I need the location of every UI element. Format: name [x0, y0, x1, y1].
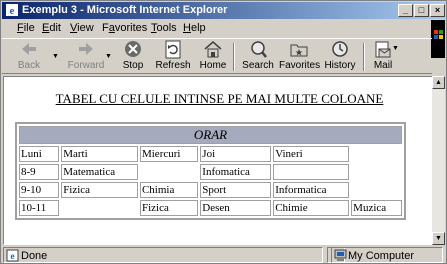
stop-button[interactable]: Stop: [119, 40, 147, 74]
table-cell: Muzica: [351, 200, 402, 216]
standard-toolbar: Back ▼ Forward ▼ Stop Refresh Home Searc…: [2, 38, 432, 74]
home-icon: [204, 41, 222, 58]
menu-file[interactable]: File: [17, 22, 35, 34]
table-cell: Desen: [200, 200, 272, 216]
title-bar[interactable]: e Exemplu 3 - Microsoft Internet Explore…: [2, 2, 445, 19]
status-bar: e Done My Computer: [2, 246, 445, 264]
table-cell: Luni: [19, 146, 60, 162]
table-row: 10-11 Fizica Desen Chimie Muzica: [19, 200, 402, 216]
table-row: 8-9 Matematica Infomatica: [19, 164, 402, 180]
status-panel: e Done: [3, 247, 323, 263]
menu-edit[interactable]: Edit: [42, 22, 61, 34]
toolbar-separator: [233, 43, 235, 71]
search-icon: [251, 41, 267, 58]
home-button[interactable]: Home: [198, 40, 228, 74]
status-text: Done: [21, 250, 48, 262]
toolbar-separator: [363, 43, 365, 71]
scroll-down-icon[interactable]: ▼: [432, 232, 445, 245]
back-arrow-icon: [22, 43, 36, 55]
browser-window: e Exemplu 3 - Microsoft Internet Explore…: [0, 0, 447, 264]
table-cell: Marti: [61, 146, 138, 162]
table-cell: Informatica: [273, 182, 350, 198]
table-cell: Joi: [200, 146, 272, 162]
menu-view[interactable]: View: [70, 22, 94, 34]
table-caption-row: ORAR: [19, 126, 402, 144]
ie-throbber-logo: [431, 20, 445, 58]
table-cell: Chimie: [273, 200, 350, 216]
menu-bar: File Edit View Favorites Tools Help: [2, 20, 432, 38]
table-cell: 9-10: [19, 182, 60, 198]
refresh-button[interactable]: Refresh: [154, 40, 192, 74]
table-cell: Fizica: [139, 200, 199, 216]
table-cell: Miercuri: [139, 146, 199, 162]
table-cell: [351, 146, 402, 162]
table-cell: Matematica: [61, 164, 138, 180]
back-button[interactable]: Back: [12, 40, 46, 74]
table-cell: Chimia: [139, 182, 199, 198]
svg-text:e: e: [10, 5, 15, 17]
minimize-button[interactable]: _: [398, 4, 413, 17]
table-cell: 8-9: [19, 164, 60, 180]
page-content: TABEL CU CELULE INTINSE PE MAI MULTE COL…: [3, 76, 434, 245]
forward-dropdown-icon[interactable]: ▼: [105, 53, 112, 60]
forward-arrow-icon: [79, 43, 93, 55]
table-row: Luni Marti Miercuri Joi Vineri: [19, 146, 402, 162]
scroll-up-icon[interactable]: ▲: [432, 76, 445, 89]
table-cell: Fizica: [61, 182, 138, 198]
menu-help[interactable]: Help: [183, 22, 206, 34]
table-row: 9-10 Fizica Chimia Sport Informatica: [19, 182, 402, 198]
table-cell: Vineri: [273, 146, 350, 162]
mail-icon: [375, 41, 391, 58]
menu-tools[interactable]: Tools: [151, 22, 177, 34]
favorites-button[interactable]: Favorites: [279, 40, 320, 74]
table-cell: [140, 164, 198, 180]
stop-icon: [125, 41, 141, 57]
table-cell: [61, 200, 138, 216]
back-dropdown-icon[interactable]: ▼: [52, 53, 59, 60]
search-button[interactable]: Search: [241, 40, 275, 74]
computer-icon: [334, 249, 347, 261]
mail-dropdown-icon[interactable]: ▼: [392, 45, 399, 52]
windows-logo-icon: [434, 30, 443, 39]
table-cell: 10-11: [19, 200, 60, 216]
history-icon: [332, 41, 348, 57]
table-cell: [351, 182, 402, 198]
schedule-table: ORAR Luni Marti Miercuri Joi Vineri 8-9 …: [15, 122, 406, 220]
page-heading: TABEL CU CELULE INTINSE PE MAI MULTE COL…: [55, 91, 384, 106]
table-caption: ORAR: [19, 126, 402, 144]
forward-button[interactable]: Forward: [64, 40, 108, 74]
table-cell: Infomatica: [200, 164, 272, 180]
svg-text:e: e: [11, 251, 15, 261]
security-zone-panel: My Computer: [331, 247, 443, 263]
vertical-scrollbar[interactable]: ▲ ▼: [432, 76, 445, 245]
page-done-icon: e: [6, 249, 19, 262]
zone-text: My Computer: [348, 250, 415, 262]
history-button[interactable]: History: [323, 40, 357, 74]
close-button[interactable]: ×: [430, 4, 445, 17]
window-title: Exemplu 3 - Microsoft Internet Explorer: [22, 4, 228, 16]
refresh-icon: [165, 40, 181, 59]
favorites-folder-icon: [290, 44, 308, 57]
maximize-button[interactable]: □: [414, 4, 429, 17]
table-cell: [273, 164, 350, 180]
ie-icon: e: [6, 4, 18, 17]
menu-favorites[interactable]: Favorites: [102, 22, 147, 34]
table-cell: [351, 164, 402, 180]
table-cell: Sport: [200, 182, 272, 198]
